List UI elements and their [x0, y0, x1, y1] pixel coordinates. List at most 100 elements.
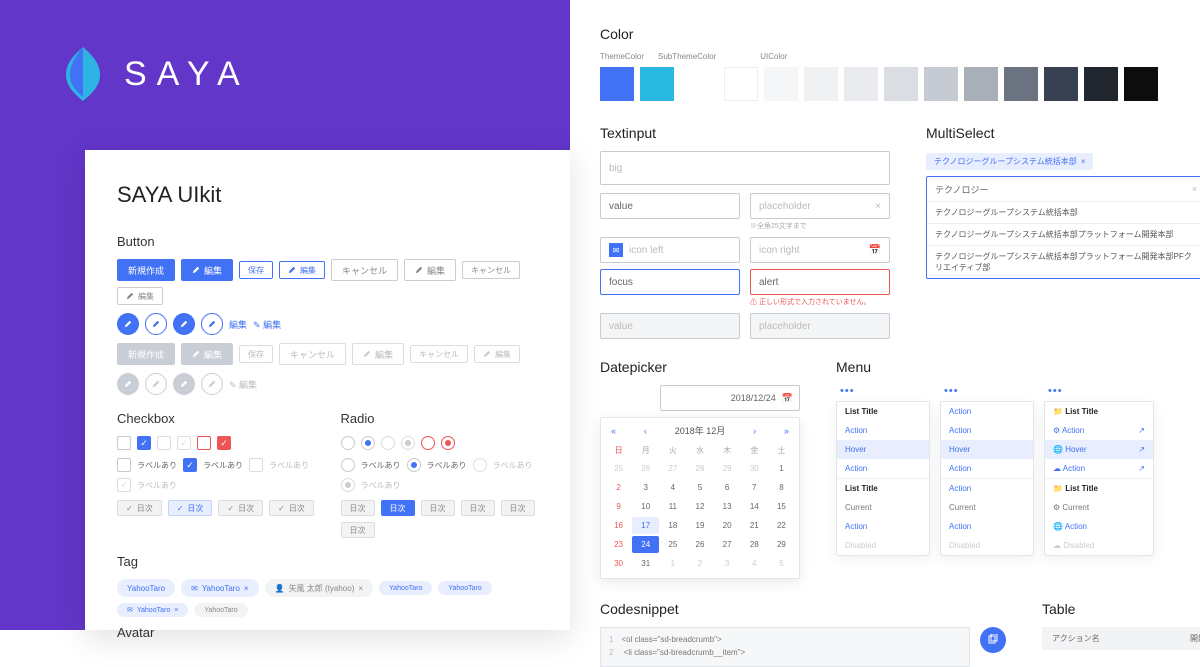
input-big[interactable]: big: [600, 151, 890, 185]
ms-option[interactable]: テクノロジーグループシステム統括本部プラットフォーム開発本部: [927, 223, 1200, 245]
menu-item-hover[interactable]: Hover: [837, 440, 929, 459]
menu-item[interactable]: Action: [837, 421, 929, 440]
menu-item[interactable]: 🌐 Action: [1045, 517, 1153, 536]
menu-item[interactable]: Action: [941, 402, 1033, 421]
cal-day[interactable]: 2: [605, 479, 632, 496]
menu-trigger-icon[interactable]: •••: [1044, 385, 1154, 401]
icon-btn-primary[interactable]: [117, 313, 139, 335]
menu-item-hover[interactable]: 🌐 Hover↗: [1045, 440, 1153, 459]
menu-item[interactable]: Action: [941, 421, 1033, 440]
cal-day[interactable]: 15: [768, 498, 795, 515]
btn-edit-ghost[interactable]: 編集: [404, 259, 456, 281]
cal-day[interactable]: 31: [632, 555, 659, 572]
ms-chip[interactable]: テクノロジーグループシステム統括本部 ×: [926, 153, 1093, 170]
cal-day-off[interactable]: 26: [632, 460, 659, 477]
cal-day[interactable]: 17: [632, 517, 659, 534]
menu-item-hover[interactable]: Hover: [941, 440, 1033, 459]
cal-day[interactable]: 5: [686, 479, 713, 496]
input-focus[interactable]: focus: [600, 269, 740, 295]
checkbox[interactable]: [117, 436, 131, 450]
checkbox[interactable]: [117, 458, 131, 472]
cal-day-off[interactable]: 3: [714, 555, 741, 572]
menu-item[interactable]: Action: [941, 517, 1033, 536]
btn-edit-outline[interactable]: 編集: [279, 261, 325, 279]
link-edit[interactable]: ✎ 編集: [253, 318, 281, 331]
radio-error[interactable]: [421, 436, 435, 450]
copy-button[interactable]: [980, 627, 1006, 653]
cal-day-off[interactable]: 27: [659, 460, 686, 477]
tag-sm[interactable]: YahooTaro: [379, 581, 432, 595]
cal-day[interactable]: 13: [714, 498, 741, 515]
input-value[interactable]: value: [600, 193, 740, 219]
cal-day[interactable]: 18: [659, 517, 686, 534]
btn-cancel-sm[interactable]: キャンセル: [462, 261, 520, 279]
menu-item[interactable]: Action: [837, 459, 929, 478]
rad-pill-on[interactable]: 日次: [381, 500, 415, 516]
link-edit[interactable]: 編集: [229, 318, 247, 331]
cal-day[interactable]: 9: [605, 498, 632, 515]
chk-pill[interactable]: ✓ 日次: [117, 500, 162, 516]
cal-day[interactable]: 1: [768, 460, 795, 477]
cal-day-off[interactable]: 25: [605, 460, 632, 477]
input-icon-right[interactable]: icon right📅: [750, 237, 890, 263]
cal-day[interactable]: 16: [605, 517, 632, 534]
tag-sm-close[interactable]: ✉ YahooTaro ×: [117, 603, 188, 617]
input-alert[interactable]: alert: [750, 269, 890, 295]
cal-day-off[interactable]: 1: [659, 555, 686, 572]
cal-day[interactable]: 28: [741, 536, 768, 553]
menu-item[interactable]: Action: [941, 459, 1033, 478]
checkbox-checked[interactable]: ✓: [183, 458, 197, 472]
cal-day[interactable]: 20: [714, 517, 741, 534]
icon-btn-primary[interactable]: [173, 313, 195, 335]
radio[interactable]: [341, 436, 355, 450]
cal-day[interactable]: 19: [686, 517, 713, 534]
cal-day[interactable]: 24: [632, 536, 659, 553]
cal-day[interactable]: 12: [686, 498, 713, 515]
btn-save-outline[interactable]: 保存: [239, 261, 273, 279]
cal-day[interactable]: 21: [741, 517, 768, 534]
menu-item[interactable]: Action: [941, 478, 1033, 498]
datepicker-input[interactable]: 2018/12/24📅: [660, 385, 800, 411]
cal-day[interactable]: 14: [741, 498, 768, 515]
input-placeholder[interactable]: placeholder×: [750, 193, 890, 219]
tag[interactable]: YahooTaro: [117, 579, 175, 597]
menu-item[interactable]: ⚙ Action↗: [1045, 421, 1153, 440]
cal-day[interactable]: 25: [659, 536, 686, 553]
cal-day[interactable]: 11: [659, 498, 686, 515]
cal-day[interactable]: 29: [768, 536, 795, 553]
cal-day[interactable]: 10: [632, 498, 659, 515]
checkbox-checked[interactable]: ✓: [137, 436, 151, 450]
icon-btn-outline[interactable]: [145, 313, 167, 335]
btn-edit-primary[interactable]: 編集: [181, 259, 233, 281]
btn-edit-sm[interactable]: 編集: [117, 287, 163, 305]
btn-cancel[interactable]: キャンセル: [331, 259, 398, 281]
cal-day[interactable]: 7: [741, 479, 768, 496]
cal-day[interactable]: 6: [714, 479, 741, 496]
checkbox-error[interactable]: [197, 436, 211, 450]
radio[interactable]: [341, 458, 355, 472]
cal-day[interactable]: 30: [605, 555, 632, 572]
cal-day[interactable]: 22: [768, 517, 795, 534]
ms-option[interactable]: テクノロジーグループシステム統括本部プラットフォーム開発本部PFクリエイティブ部: [927, 245, 1200, 278]
cal-day[interactable]: 4: [659, 479, 686, 496]
ms-option[interactable]: テクノロジーグループシステム統括本部: [927, 201, 1200, 223]
btn-create-primary[interactable]: 新規作成: [117, 259, 175, 281]
cal-day-off[interactable]: 5: [768, 555, 795, 572]
menu-item[interactable]: Action: [837, 517, 929, 536]
cal-next-icon[interactable]: ›: [753, 426, 756, 436]
cal-day-off[interactable]: 29: [714, 460, 741, 477]
rad-pill[interactable]: 日次: [421, 500, 455, 516]
menu-item[interactable]: ☁ Action↗: [1045, 459, 1153, 478]
menu-trigger-icon[interactable]: •••: [940, 385, 1034, 401]
radio-on[interactable]: [407, 458, 421, 472]
cal-day-off[interactable]: 4: [741, 555, 768, 572]
ms-dropdown[interactable]: テクノロジー× テクノロジーグループシステム統括本部 テクノロジーグループシステ…: [926, 176, 1200, 279]
rad-pill[interactable]: 日次: [341, 500, 375, 516]
cal-next-year-icon[interactable]: »: [784, 426, 789, 436]
checkbox-error-checked[interactable]: ✓: [217, 436, 231, 450]
cal-day[interactable]: 27: [714, 536, 741, 553]
icon-btn-outline[interactable]: [201, 313, 223, 335]
cal-prev-year-icon[interactable]: «: [611, 426, 616, 436]
cal-day-off[interactable]: 30: [741, 460, 768, 477]
cal-day[interactable]: 3: [632, 479, 659, 496]
